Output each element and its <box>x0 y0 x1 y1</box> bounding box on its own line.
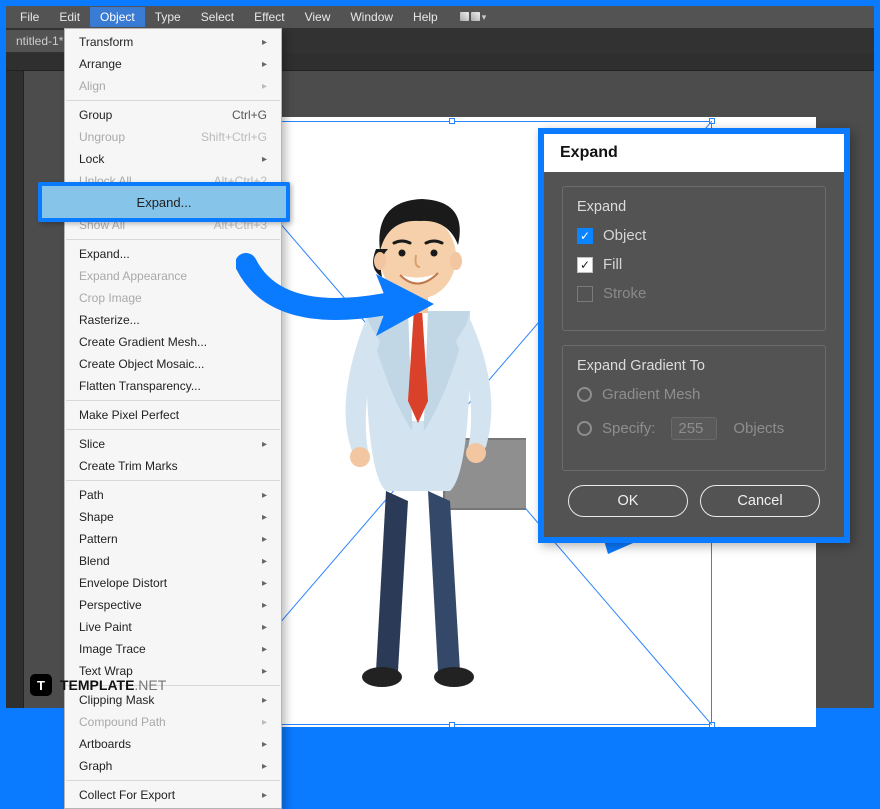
menu-item-crop-image: Crop Image <box>65 287 281 309</box>
checkbox-object[interactable]: ✓ <box>577 228 593 244</box>
checkbox-row-object[interactable]: ✓ Object <box>577 227 811 244</box>
menu-view[interactable]: View <box>295 7 341 27</box>
menu-object[interactable]: Object <box>90 7 145 27</box>
menu-item-rasterize[interactable]: Rasterize... <box>65 309 281 331</box>
watermark-text-light: .NET <box>134 677 166 693</box>
expand-group: Expand ✓ Object ✓ Fill Stroke <box>562 186 826 331</box>
menu-item-artboards[interactable]: Artboards▸ <box>65 733 281 755</box>
workspace-switcher-icon[interactable]: ▾ <box>460 12 487 23</box>
cancel-button[interactable]: Cancel <box>700 485 820 517</box>
watermark-icon: T <box>30 674 52 696</box>
ruler-vertical <box>6 71 24 708</box>
checkbox-stroke-label: Stroke <box>603 285 646 302</box>
gradient-group-title: Expand Gradient To <box>577 358 811 374</box>
menu-item-image-trace[interactable]: Image Trace▸ <box>65 638 281 660</box>
gradient-group: Expand Gradient To Gradient Mesh Specify… <box>562 345 826 471</box>
menu-item-expand[interactable]: Expand... <box>65 243 281 265</box>
checkbox-fill[interactable]: ✓ <box>577 257 593 273</box>
menu-item-compound-path: Compound Path▸ <box>65 711 281 733</box>
radio-gradient-mesh <box>577 387 592 402</box>
radio-gradient-mesh-label: Gradient Mesh <box>602 386 700 403</box>
menu-item-create-object-mosaic[interactable]: Create Object Mosaic... <box>65 353 281 375</box>
menu-item-shape[interactable]: Shape▸ <box>65 506 281 528</box>
watermark: T TEMPLATE.NET <box>30 674 166 696</box>
menu-item-group[interactable]: GroupCtrl+G <box>65 104 281 126</box>
menu-window[interactable]: Window <box>340 7 403 27</box>
ok-button[interactable]: OK <box>568 485 688 517</box>
menu-item-collect-for-export[interactable]: Collect For Export▸ <box>65 784 281 806</box>
menubar: File Edit Object Type Select Effect View… <box>6 6 874 28</box>
checkbox-fill-label: Fill <box>603 256 622 273</box>
menu-item-lock[interactable]: Lock▸ <box>65 148 281 170</box>
menu-item-slice[interactable]: Slice▸ <box>65 433 281 455</box>
checkbox-row-fill[interactable]: ✓ Fill <box>577 256 811 273</box>
checkbox-object-label: Object <box>603 227 646 244</box>
menu-item-graph[interactable]: Graph▸ <box>65 755 281 777</box>
menu-item-align: Align▸ <box>65 75 281 97</box>
radio-specify <box>577 421 592 436</box>
menu-item-create-gradient-mesh[interactable]: Create Gradient Mesh... <box>65 331 281 353</box>
menu-item-pattern[interactable]: Pattern▸ <box>65 528 281 550</box>
menu-item-perspective[interactable]: Perspective▸ <box>65 594 281 616</box>
menu-item-live-paint[interactable]: Live Paint▸ <box>65 616 281 638</box>
watermark-text-bold: TEMPLATE <box>60 677 134 693</box>
menu-item-expand-appearance: Expand Appearance <box>65 265 281 287</box>
menu-item-ungroup: UngroupShift+Ctrl+G <box>65 126 281 148</box>
menu-item-arrange[interactable]: Arrange▸ <box>65 53 281 75</box>
app-frame: File Edit Object Type Select Effect View… <box>6 6 874 708</box>
radio-row-gradient-mesh: Gradient Mesh <box>577 386 811 403</box>
menu-item-envelope-distort[interactable]: Envelope Distort▸ <box>65 572 281 594</box>
menu-file[interactable]: File <box>10 7 49 27</box>
dialog-title: Expand <box>544 134 844 172</box>
character-illustration <box>316 191 526 701</box>
expand-dialog: Expand Expand ✓ Object ✓ Fill Stroke Exp… <box>538 128 850 543</box>
highlighted-expand-menu-item[interactable]: Expand... <box>38 182 290 222</box>
menu-select[interactable]: Select <box>191 7 244 27</box>
menu-item-create-trim-marks[interactable]: Create Trim Marks <box>65 455 281 477</box>
radio-specify-label: Specify: <box>602 420 655 437</box>
menu-type[interactable]: Type <box>145 7 191 27</box>
checkbox-stroke <box>577 286 593 302</box>
specify-input: 255 <box>671 417 717 440</box>
menu-item-transform[interactable]: Transform▸ <box>65 31 281 53</box>
radio-row-specify: Specify: 255 Objects <box>577 417 811 440</box>
menu-help[interactable]: Help <box>403 7 448 27</box>
menu-edit[interactable]: Edit <box>49 7 90 27</box>
checkbox-row-stroke: Stroke <box>577 285 811 302</box>
specify-unit-label: Objects <box>733 420 784 437</box>
menu-effect[interactable]: Effect <box>244 7 294 27</box>
menu-item-path[interactable]: Path▸ <box>65 484 281 506</box>
expand-group-title: Expand <box>577 199 811 215</box>
menu-item-make-pixel-perfect[interactable]: Make Pixel Perfect <box>65 404 281 426</box>
menu-item-blend[interactable]: Blend▸ <box>65 550 281 572</box>
menu-item-flatten-transparency[interactable]: Flatten Transparency... <box>65 375 281 397</box>
